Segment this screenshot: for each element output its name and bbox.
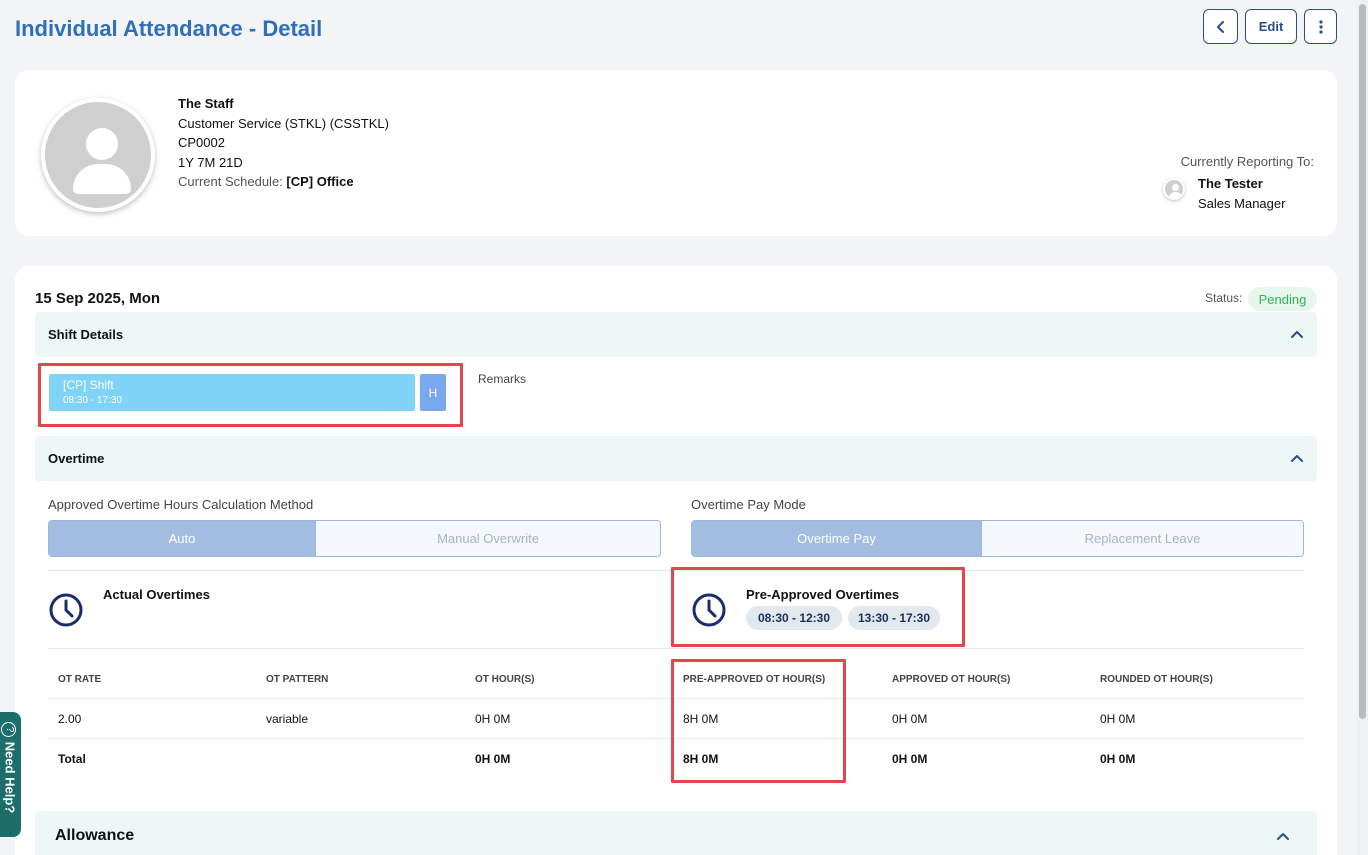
calc-option-auto[interactable]: Auto [49,521,315,556]
column-header-ot-hours: OT HOUR(S) [475,674,535,685]
page-scrollbar[interactable] [1357,0,1368,855]
column-header-ot-rate: OT RATE [58,674,102,685]
profile-card: The Staff Customer Service (STKL) (CSSTK… [15,70,1337,236]
cell-ot-hours: 0H 0M [475,712,511,726]
remarks-label: Remarks [478,372,527,386]
schedule-value: [CP] Office [286,174,354,189]
page-title: Individual Attendance - Detail [15,16,323,41]
cell-ot-pattern: variable [266,712,309,726]
shift-block[interactable]: [CP] Shift 08:30 - 17:30 [49,374,415,411]
manager-role: Sales Manager [1198,196,1286,211]
pay-option-overtime[interactable]: Overtime Pay [692,521,981,556]
shift-details-title: Shift Details [48,327,124,342]
status-badge: Pending [1248,287,1317,311]
need-help-button[interactable]: ? Need Help? [0,712,21,837]
current-schedule: Current Schedule: [CP] Office [178,172,389,192]
chevron-up-icon[interactable] [1275,828,1291,844]
more-options-button[interactable] [1304,9,1337,44]
column-header-rounded-ot-hours: ROUNDED OT HOUR(S) [1100,674,1213,685]
preapproved-slot-chip: 08:30 - 12:30 [746,606,842,630]
status-label: Status: [1205,291,1243,305]
total-rounded-ot-hours: 0H 0M [1100,752,1136,766]
calc-option-manual[interactable]: Manual Overwrite [315,521,660,556]
column-header-ot-pattern: OT PATTERN [266,674,329,685]
staff-code: CP0002 [178,135,225,150]
shift-details-header[interactable]: Shift Details [35,312,1317,357]
preapproved-overtimes-title: Pre-Approved Overtimes [746,587,900,602]
manager-avatar [1163,178,1185,200]
shift-time: 08:30 - 17:30 [63,395,122,406]
total-preapproved-ot-hours: 8H 0M [683,752,719,766]
holiday-tag[interactable]: H [420,374,446,411]
avatar [41,98,155,212]
clock-icon [692,593,726,627]
back-button[interactable] [1203,9,1238,44]
total-label: Total [58,752,86,766]
total-approved-ot-hours: 0H 0M [892,752,928,766]
pay-mode-label: Overtime Pay Mode [691,497,806,512]
calc-method-label: Approved Overtime Hours Calculation Meth… [48,497,314,512]
staff-name: The Staff [178,96,234,111]
divider [48,570,1304,571]
chevron-left-icon [1216,20,1224,33]
chevron-up-icon[interactable] [1289,326,1305,342]
allowance-title: Allowance [55,827,135,844]
cell-approved-ot-hours: 0H 0M [892,712,928,726]
manager-name: The Tester [1198,176,1263,191]
cell-ot-rate: 2.00 [58,712,82,726]
staff-department: Customer Service (STKL) (CSSTKL) [178,115,389,131]
column-header-approved-ot-hours: APPROVED OT HOUR(S) [892,674,1011,685]
row-divider [48,698,1304,699]
allowance-header[interactable]: Allowance [35,811,1317,855]
overtime-title: Overtime [48,451,105,466]
scrollbar-thumb[interactable] [1359,4,1366,719]
cell-preapproved-ot-hours: 8H 0M [683,712,719,726]
cell-rounded-ot-hours: 0H 0M [1100,712,1136,726]
attendance-date: 15 Sep 2025, Mon [35,290,161,307]
pay-mode-toggle[interactable]: Overtime Pay Replacement Leave [691,520,1304,557]
profile-info: The Staff Customer Service (STKL) (CSSTK… [178,94,389,192]
divider [48,648,1304,649]
schedule-label: Current Schedule: [178,174,283,189]
total-ot-hours: 0H 0M [475,752,511,766]
attendance-detail-card: 15 Sep 2025, Mon Status: Pending Shift D… [15,266,1337,855]
chevron-up-icon[interactable] [1289,450,1305,466]
more-vertical-icon [1318,19,1323,34]
staff-tenure: 1Y 7M 21D [178,154,243,170]
actual-overtimes-title: Actual Overtimes [103,587,210,602]
reporting-label: Currently Reporting To: [1180,154,1314,169]
calc-method-toggle[interactable]: Auto Manual Overwrite [48,520,661,557]
pay-option-replacement[interactable]: Replacement Leave [981,521,1303,556]
clock-icon [49,593,83,627]
shift-name: [CP] Shift [63,378,114,392]
edit-button[interactable]: Edit [1245,9,1297,44]
need-help-label: Need Help? [2,741,18,814]
row-divider [48,738,1304,739]
preapproved-slot-chip: 13:30 - 17:30 [848,606,940,630]
overtime-header[interactable]: Overtime [35,436,1317,481]
column-header-preapproved-ot-hours: PRE-APPROVED OT HOUR(S) [683,674,826,685]
